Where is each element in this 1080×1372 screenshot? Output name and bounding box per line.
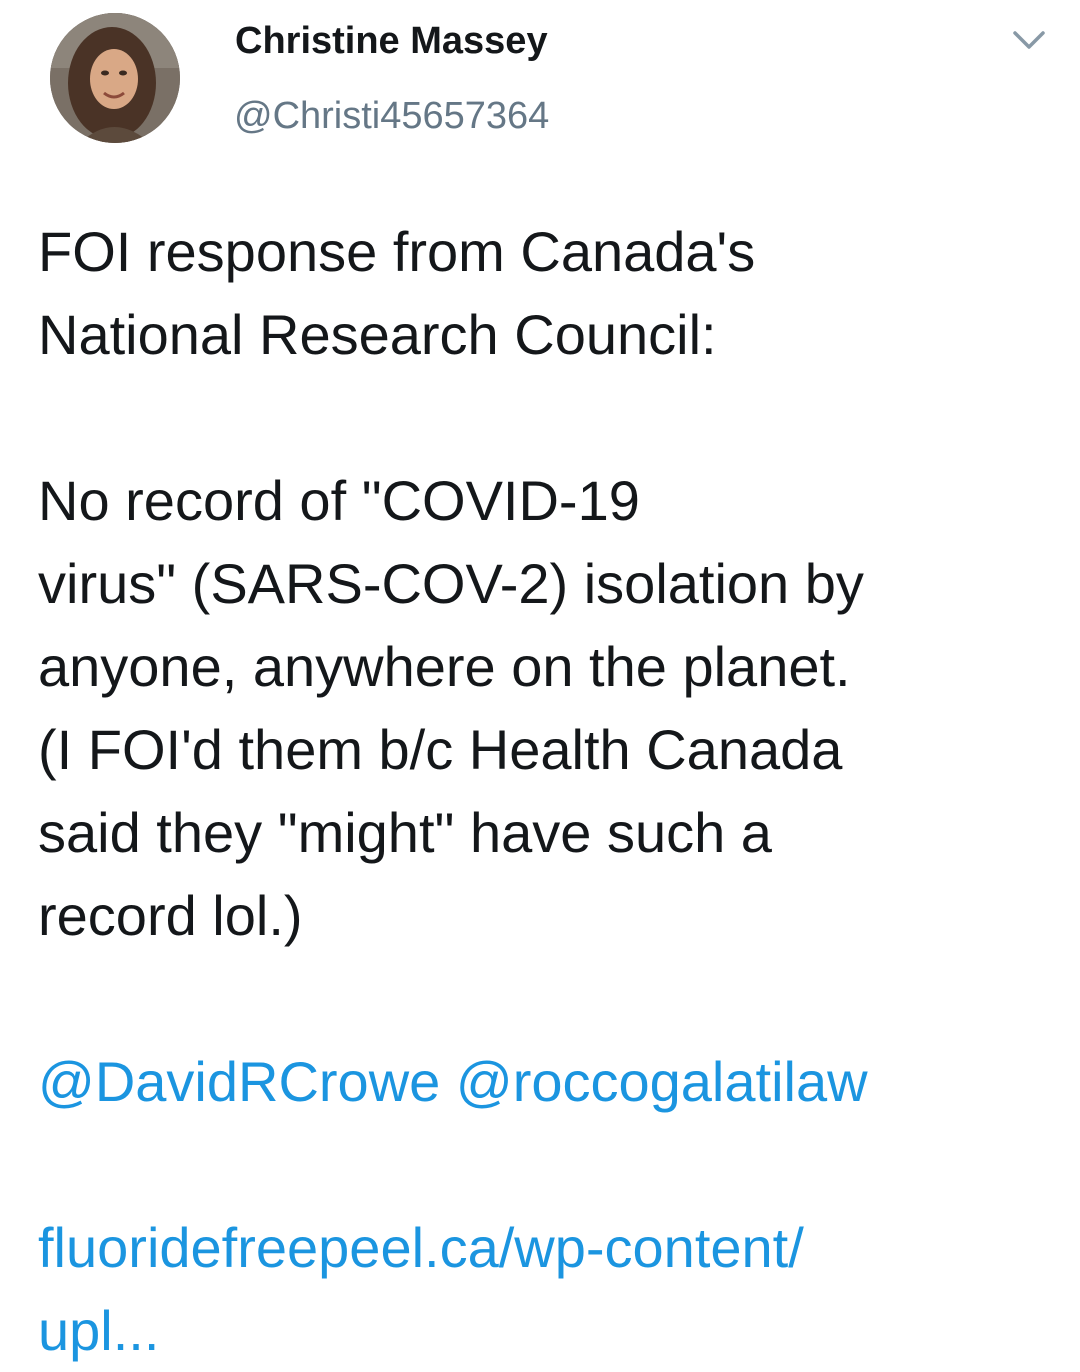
tweet-line: FOI response from Canada's — [38, 220, 756, 283]
chevron-down-icon[interactable] — [1012, 28, 1046, 52]
avatar[interactable] — [50, 13, 180, 143]
tweet-line: said they "might" have such a — [38, 801, 772, 864]
avatar-photo — [50, 13, 180, 143]
tweet-line: No record of "COVID-19 — [38, 469, 640, 532]
mention-davidrcrowe[interactable]: @DavidRCrowe — [38, 1050, 440, 1113]
tweet-line: anyone, anywhere on the planet. — [38, 635, 851, 698]
link-line: upl... — [38, 1289, 1058, 1372]
user-handle[interactable]: @Christi45657364 — [234, 95, 549, 138]
tweet-line: virus" (SARS-COV-2) isolation by — [38, 552, 864, 615]
tweet-text: FOI response from Canada's National Rese… — [38, 210, 1058, 1372]
display-name[interactable]: Christine Massey — [235, 20, 548, 63]
mention-roccogalatilaw[interactable]: @roccogalatilaw — [456, 1050, 868, 1113]
mentions-line: @DavidRCrowe @roccogalatilaw — [38, 1040, 1058, 1123]
tweet-link-continued[interactable]: upl... — [38, 1299, 159, 1362]
tweet-line: record lol.) — [38, 884, 303, 947]
tweet-line: (I FOI'd them b/c Health Canada — [38, 718, 843, 781]
tweet-link[interactable]: fluoridefreepeel.ca/wp-content/ — [38, 1216, 804, 1279]
tweet-line: National Research Council: — [38, 303, 717, 366]
link-line: fluoridefreepeel.ca/wp-content/ — [38, 1206, 1058, 1289]
